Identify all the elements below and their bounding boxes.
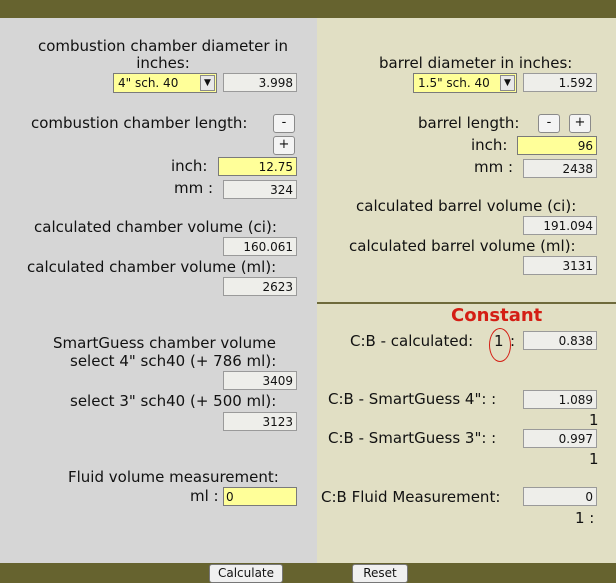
barrel-length-label: barrel length: bbox=[418, 114, 520, 132]
cb-fluid-one: 1 : bbox=[575, 509, 595, 527]
barrel-diameter-label: barrel diameter in inches: bbox=[379, 54, 573, 72]
reset-button[interactable]: Reset bbox=[352, 564, 408, 583]
barrel-panel bbox=[317, 18, 616, 563]
cc-mm-value: 324 bbox=[223, 180, 297, 199]
cb-fluid-value: 0 bbox=[523, 487, 597, 506]
fluid-volume-input[interactable]: 0 bbox=[223, 487, 297, 506]
cb-sg3-label: C:B - SmartGuess 3": : bbox=[328, 429, 497, 447]
cc-diameter-label: combustion chamber diameter in inches: bbox=[37, 37, 289, 72]
fluid-ml-label: ml : bbox=[190, 487, 219, 505]
cc-calc-ml-value: 2623 bbox=[223, 277, 297, 296]
cc-mm-label: mm : bbox=[174, 179, 214, 197]
cc-length-label: combustion chamber length: bbox=[31, 114, 248, 132]
fluid-label: Fluid volume measurement: bbox=[68, 468, 279, 486]
section-divider bbox=[317, 302, 616, 304]
select3-label: select 3" sch40 (+ 500 ml): bbox=[70, 392, 277, 410]
cb-sg3-one: 1 bbox=[589, 450, 599, 468]
cc-diameter-select-value: 4" sch. 40 bbox=[118, 76, 179, 90]
cb-sg3-value: 0.997 bbox=[523, 429, 597, 448]
select3-value: 3123 bbox=[223, 412, 297, 431]
chevron-down-icon[interactable]: ▼ bbox=[500, 75, 515, 91]
barrel-diameter-value: 1.592 bbox=[523, 73, 597, 92]
barrel-inch-input[interactable]: 96 bbox=[517, 136, 597, 155]
cb-calc-colon: : bbox=[510, 332, 516, 350]
calculate-button[interactable]: Calculate bbox=[209, 564, 283, 583]
barrel-inch-label: inch: bbox=[471, 136, 508, 154]
smartguess-label: SmartGuess chamber volume bbox=[53, 334, 276, 352]
select4-value: 3409 bbox=[223, 371, 297, 390]
cc-length-plus-button[interactable]: + bbox=[273, 136, 295, 155]
barrel-diameter-select[interactable]: 1.5" sch. 40 ▼ bbox=[413, 73, 517, 93]
constant-annotation: Constant bbox=[451, 305, 543, 326]
cc-calc-ci-value: 160.061 bbox=[223, 237, 297, 256]
barrel-mm-label: mm : bbox=[474, 158, 514, 176]
top-bar bbox=[0, 0, 616, 18]
cc-inch-input[interactable]: 12.75 bbox=[218, 157, 297, 176]
bottom-bar bbox=[0, 563, 616, 582]
cc-calc-ci-label: calculated chamber volume (ci): bbox=[34, 218, 277, 236]
barrel-mm-value: 2438 bbox=[523, 159, 597, 178]
cb-sg4-label: C:B - SmartGuess 4": : bbox=[328, 390, 497, 408]
barrel-calc-ml-label: calculated barrel volume (ml): bbox=[349, 237, 576, 255]
cb-fluid-label: C:B Fluid Measurement: bbox=[321, 488, 501, 506]
barrel-length-plus-button[interactable]: + bbox=[569, 114, 591, 133]
cb-calc-label: C:B - calculated: bbox=[350, 332, 474, 350]
cc-inch-label: inch: bbox=[171, 157, 208, 175]
cc-length-minus-button[interactable]: - bbox=[273, 114, 295, 133]
cc-diameter-select[interactable]: 4" sch. 40 ▼ bbox=[113, 73, 217, 93]
cb-sg4-value: 1.089 bbox=[523, 390, 597, 409]
chevron-down-icon[interactable]: ▼ bbox=[200, 75, 215, 91]
barrel-calc-ci-label: calculated barrel volume (ci): bbox=[356, 197, 577, 215]
select4-label: select 4" sch40 (+ 786 ml): bbox=[70, 352, 277, 370]
cb-calc-one: 1 bbox=[494, 332, 504, 350]
cb-calc-value: 0.838 bbox=[523, 331, 597, 350]
barrel-diameter-select-value: 1.5" sch. 40 bbox=[418, 76, 490, 90]
barrel-calc-ci-value: 191.094 bbox=[523, 216, 597, 235]
cc-calc-ml-label: calculated chamber volume (ml): bbox=[27, 258, 277, 276]
cc-diameter-value: 3.998 bbox=[223, 73, 297, 92]
barrel-length-minus-button[interactable]: - bbox=[538, 114, 560, 133]
barrel-calc-ml-value: 3131 bbox=[523, 256, 597, 275]
cb-sg4-one: 1 bbox=[589, 411, 599, 429]
